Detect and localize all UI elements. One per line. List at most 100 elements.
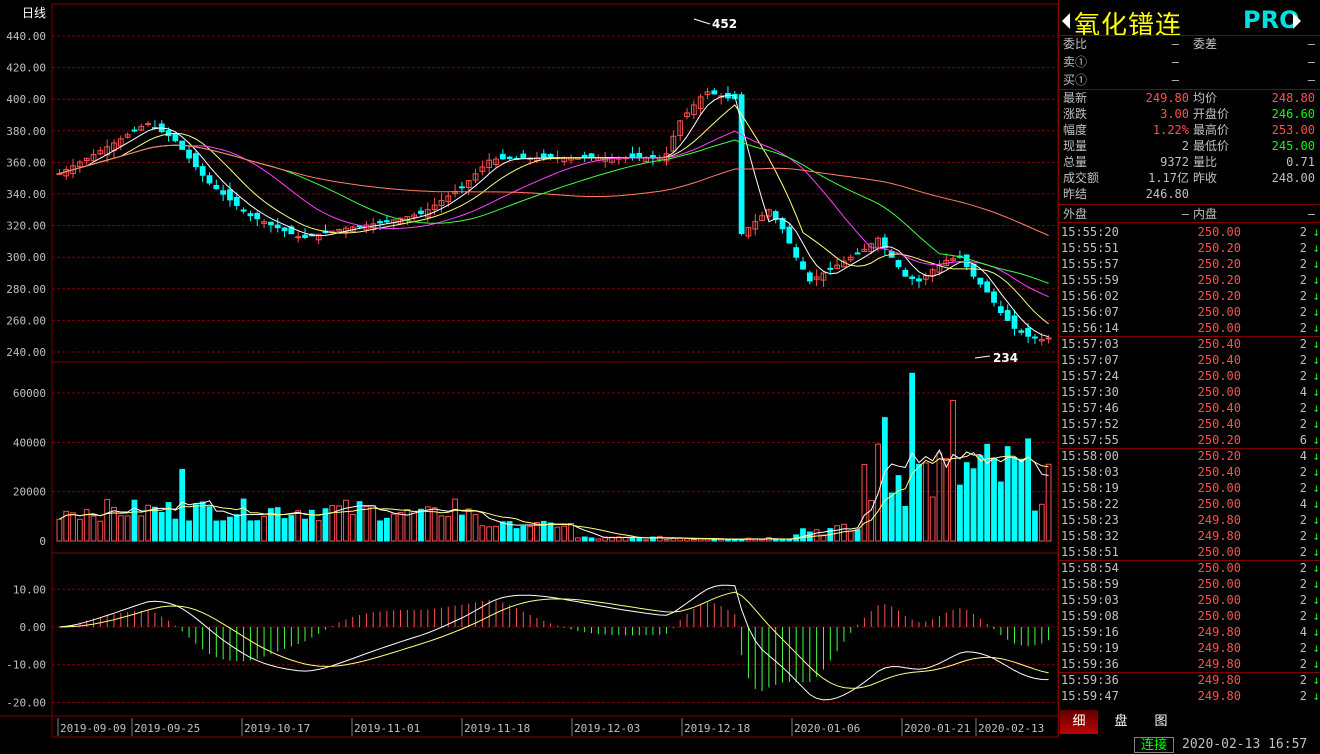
- volume-bar: [370, 505, 377, 542]
- down-arrow-icon: ↓: [1312, 225, 1320, 239]
- down-arrow-icon: ↓: [1312, 385, 1320, 399]
- candle-body: [56, 172, 63, 175]
- candle-body: [499, 153, 506, 160]
- tick-row: 15:59:19 249.80 2 ↓: [1059, 640, 1320, 656]
- volume-bar: [568, 522, 574, 542]
- volume-bar: [643, 539, 649, 542]
- volume-bar: [227, 516, 233, 542]
- volume-bar: [779, 539, 786, 542]
- candle-body: [206, 175, 213, 184]
- candle-body: [977, 277, 984, 285]
- down-arrow-icon: ↓: [1312, 241, 1320, 255]
- y-tick-label: 10.00: [13, 583, 46, 596]
- tick-time: 15:58:32: [1061, 529, 1119, 543]
- outer-volume-label: 外盘: [1063, 207, 1088, 221]
- status-clock: 2020-02-13 16:57: [1182, 737, 1308, 752]
- x-date-label: 2019-12-03: [574, 722, 640, 735]
- order-label: 委比: [1063, 37, 1088, 51]
- volume-bar: [186, 520, 192, 542]
- down-arrow-icon: ↓: [1312, 369, 1320, 383]
- volume-bar: [1038, 503, 1045, 542]
- volume-bar: [943, 458, 950, 542]
- down-arrow-icon: ↓: [1312, 449, 1320, 463]
- y-tick-label: 240.00: [6, 346, 46, 359]
- tab-chart[interactable]: 图: [1142, 710, 1180, 734]
- volume-bar: [929, 496, 936, 542]
- macd-dea-line: [59, 591, 1049, 689]
- down-arrow-icon: ↓: [1312, 337, 1320, 351]
- x-date-label: 2020-01-06: [794, 722, 860, 735]
- prev-instrument-icon[interactable]: [1062, 13, 1070, 29]
- candle-body: [547, 154, 554, 159]
- down-arrow-icon: ↓: [1312, 401, 1320, 415]
- tick-price: 250.20: [1197, 273, 1241, 287]
- tick-row: 15:59:08 250.00 2 ↓: [1059, 608, 1320, 624]
- volume-bar: [390, 513, 397, 542]
- y-tick-label: 440.00: [6, 30, 46, 43]
- tick-time: 15:57:03: [1061, 337, 1119, 351]
- tick-price: 250.00: [1197, 305, 1241, 319]
- tick-volume: 2: [1299, 481, 1307, 495]
- candle-body: [506, 156, 513, 160]
- tick-price: 249.80: [1197, 689, 1241, 703]
- tick-volume: 2: [1299, 689, 1307, 703]
- tick-time: 15:57:07: [1061, 353, 1119, 367]
- pro-badge: PRO: [1243, 6, 1300, 34]
- next-instrument-icon[interactable]: [1293, 13, 1301, 29]
- tick-volume: 2: [1299, 465, 1307, 479]
- quote-row: 成交额 1.17亿 昨收 248.00: [1059, 170, 1320, 186]
- tick-time: 15:57:52: [1061, 417, 1119, 431]
- quote-row: 涨跌 3.00 开盘价 246.60: [1059, 106, 1320, 122]
- tick-price: 250.00: [1197, 385, 1241, 399]
- connection-status[interactable]: 连接: [1134, 737, 1174, 753]
- down-arrow-icon: ↓: [1312, 465, 1320, 479]
- tick-time: 15:58:22: [1061, 497, 1119, 511]
- tab-detail[interactable]: 细: [1060, 710, 1098, 734]
- tick-row: 15:57:52 250.40 2 ↓: [1059, 416, 1320, 432]
- macd-dif-line: [59, 584, 1049, 701]
- tick-price: 250.20: [1197, 433, 1241, 447]
- volume-bar: [861, 464, 868, 542]
- tick-time: 15:57:46: [1061, 401, 1119, 415]
- order-value: —: [1171, 55, 1179, 69]
- tab-orderbook[interactable]: 盘: [1102, 710, 1140, 734]
- quote-label: 涨跌: [1063, 107, 1088, 121]
- tick-row: 15:55:57 250.20 2 ↓: [1059, 256, 1320, 272]
- tick-volume: 2: [1299, 289, 1307, 303]
- kline-chart-area[interactable]: 440.00 420.00 400.00 380.00 360.00 340.00 320.…: [0, 0, 1058, 740]
- tick-time: 15:58:23: [1061, 513, 1119, 527]
- volume-bar: [459, 514, 465, 542]
- candle-body: [186, 149, 192, 159]
- volume-bar: [315, 520, 322, 542]
- y-tick-label: 340.00: [6, 188, 46, 201]
- volume-bar: [561, 525, 568, 542]
- volume-bar: [690, 538, 697, 542]
- y-tick-label: -20.00: [6, 696, 46, 709]
- tick-time: 15:55:57: [1061, 257, 1119, 271]
- volume-bar: [581, 536, 588, 542]
- kline-chart-svg[interactable]: 440.00 420.00 400.00 380.00 360.00 340.00 320.…: [0, 0, 1058, 740]
- candle-body: [895, 260, 902, 268]
- tick-row: 15:55:51 250.20 2 ↓: [1059, 240, 1320, 256]
- x-date-label: 2019-10-17: [244, 722, 310, 735]
- volume-bar: [172, 518, 179, 542]
- down-arrow-icon: ↓: [1312, 689, 1320, 703]
- order-value-2: —: [1307, 55, 1315, 69]
- tick-volume: 2: [1299, 337, 1307, 351]
- tick-price: 250.00: [1197, 577, 1241, 591]
- volume-bar: [813, 529, 820, 542]
- tick-volume: 2: [1299, 593, 1307, 607]
- y-tick-label: 260.00: [6, 314, 46, 327]
- candle-body: [520, 153, 527, 159]
- candle-body: [131, 129, 138, 132]
- y-tick-label: 320.00: [6, 220, 46, 233]
- tick-volume: 2: [1299, 529, 1307, 543]
- volume-bar: [397, 512, 404, 542]
- volume-bar: [356, 501, 363, 542]
- tick-time: 15:57:30: [1061, 385, 1119, 399]
- candle-body: [220, 190, 227, 195]
- volume-bar: [800, 528, 806, 542]
- low-marker-pointer: [974, 355, 991, 359]
- volume-bar: [656, 535, 663, 542]
- volume-bar: [56, 518, 63, 542]
